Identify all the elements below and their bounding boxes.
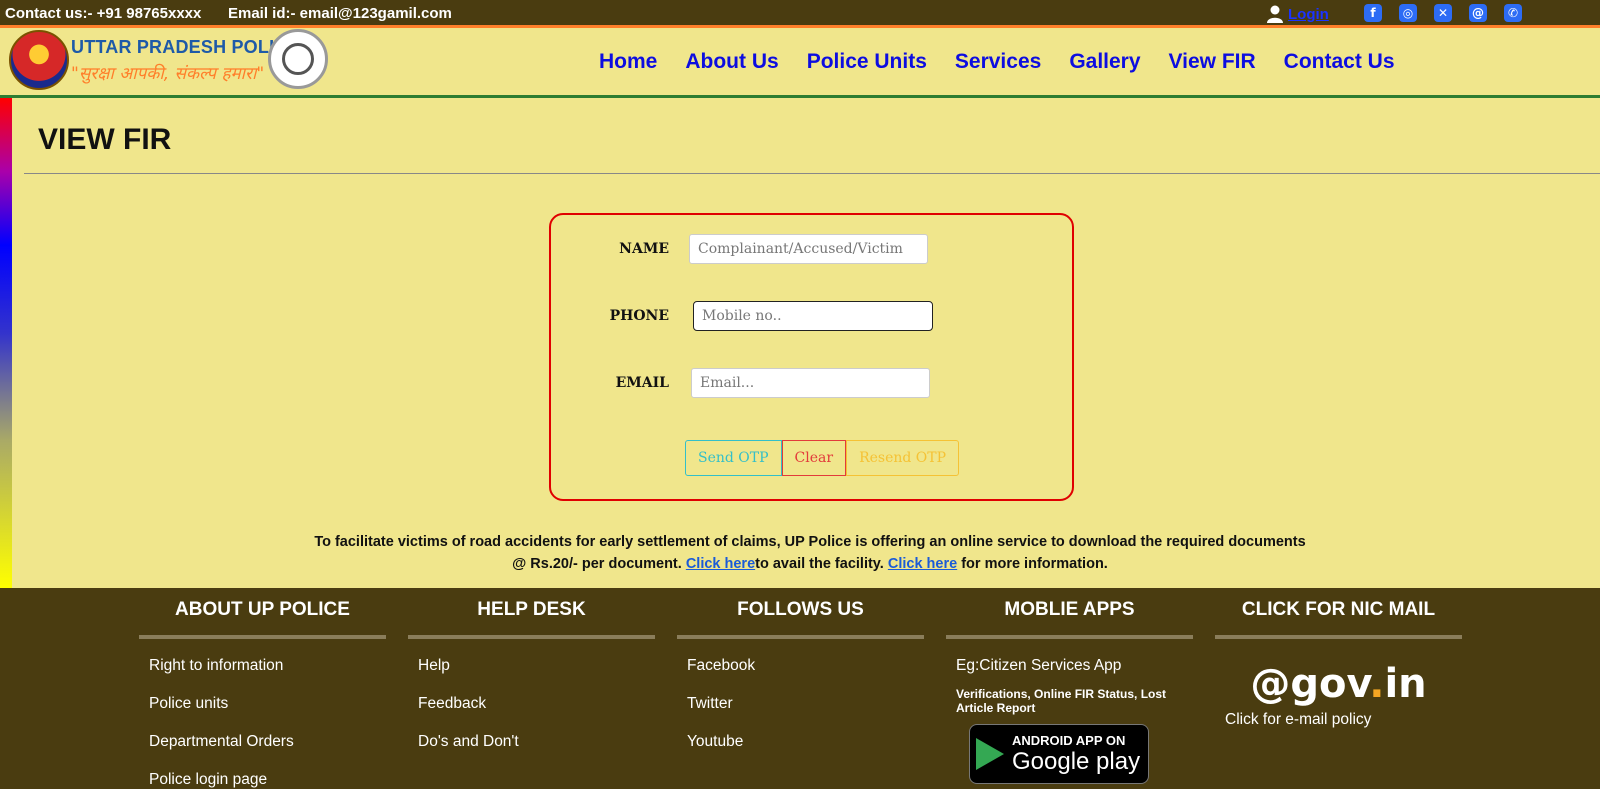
app-description: Verifications, Online FIR Status, Lost A… — [956, 687, 1167, 715]
threads-icon[interactable]: @ — [1469, 4, 1487, 22]
login-label: Login — [1288, 5, 1329, 23]
name-input[interactable] — [689, 234, 928, 264]
site-footer: ABOUT UP POLICE Right to information Pol… — [0, 588, 1600, 789]
footer-about-title: ABOUT UP POLICE — [175, 599, 350, 620]
footer-link[interactable]: Police units — [149, 695, 386, 733]
footer-link[interactable]: Do's and Don't — [418, 733, 655, 771]
name-row: NAME — [593, 234, 928, 264]
footer-nic-title: CLICK FOR NIC MAIL — [1241, 599, 1436, 620]
name-label: NAME — [619, 241, 669, 257]
contact-email: Email id:- email@123gamil.com — [228, 5, 452, 22]
instagram-icon[interactable]: ◎ — [1399, 4, 1417, 22]
email-row: EMAIL — [593, 368, 930, 398]
nav-about-us[interactable]: About Us — [685, 50, 778, 74]
page-title: VIEW FIR — [38, 123, 172, 156]
footer-follow-title: FOLLOWS US — [737, 599, 864, 620]
footer-help: HELP DESK Help Feedback Do's and Don't — [408, 588, 655, 771]
footer-apps-title: MOBLIE APPS — [1004, 599, 1135, 620]
phone-icon[interactable]: ✆ — [1504, 4, 1522, 22]
click-here-link-1[interactable]: Click here — [686, 556, 755, 572]
nav-police-units[interactable]: Police Units — [807, 50, 927, 74]
clear-button[interactable]: Clear — [781, 440, 847, 476]
phone-row: PHONE — [593, 301, 933, 331]
top-bar: Contact us:- +91 98765xxxx Email id:- em… — [0, 0, 1600, 28]
phone-label: PHONE — [609, 308, 669, 324]
nav-contact-us[interactable]: Contact Us — [1284, 50, 1395, 74]
email-label: EMAIL — [615, 375, 669, 391]
footer-link[interactable]: Twitter — [687, 695, 924, 733]
footer-link[interactable]: Youtube — [687, 733, 924, 771]
resend-otp-button[interactable]: Resend OTP — [846, 440, 960, 476]
contact-phone: Contact us:- +91 98765xxxx — [5, 5, 202, 22]
google-play-button[interactable]: ANDROID APP ON Google play — [969, 724, 1149, 784]
footer-help-title: HELP DESK — [477, 599, 586, 620]
login-link[interactable]: Login — [1265, 4, 1329, 24]
play-store-icon — [976, 738, 1004, 770]
send-otp-button[interactable]: Send OTP — [685, 440, 782, 476]
up-govt-seal — [268, 29, 328, 89]
x-icon[interactable]: ✕ — [1434, 4, 1452, 22]
footer-nic: CLICK FOR NIC MAIL @gov.in Click for e-m… — [1215, 588, 1462, 729]
footer-about: ABOUT UP POLICE Right to information Pol… — [139, 588, 386, 789]
nav-home[interactable]: Home — [599, 50, 657, 74]
main-nav: Home About Us Police Units Services Gall… — [599, 50, 1423, 74]
brand-title: UTTAR PRADESH POLICE — [71, 37, 300, 57]
footer-link[interactable]: Feedback — [418, 695, 655, 733]
footer-link[interactable]: Facebook — [687, 657, 924, 695]
footer-apps: MOBLIE APPS Eg:Citizen Services App Veri… — [946, 588, 1193, 784]
brand-tagline: "सुरक्षा आपकी, संकल्प हमारा" — [71, 64, 265, 84]
road-accident-notice: To facilitate victims of road accidents … — [314, 534, 1306, 572]
site-header: UTTAR PRADESH POLICE "सुरक्षा आपकी, संकल… — [0, 28, 1600, 98]
footer-link[interactable]: Help — [418, 657, 655, 695]
click-here-link-2[interactable]: Click here — [888, 556, 957, 572]
email-policy-link[interactable]: Click for e-mail policy — [1215, 711, 1462, 729]
nav-gallery[interactable]: Gallery — [1069, 50, 1140, 74]
facebook-icon[interactable]: f — [1364, 4, 1382, 22]
social-links: f ◎ ✕ @ ✆ — [1364, 4, 1522, 22]
user-icon — [1267, 5, 1283, 23]
footer-link[interactable]: Right to information — [149, 657, 386, 695]
footer-link[interactable]: Departmental Orders — [149, 733, 386, 771]
footer-follow: FOLLOWS US Facebook Twitter Youtube — [677, 588, 924, 771]
email-input[interactable] — [691, 368, 930, 398]
gov-in-logo[interactable]: @gov.in — [1215, 661, 1462, 707]
up-police-emblem[interactable] — [9, 30, 69, 90]
form-buttons: Send OTP Clear Resend OTP — [685, 440, 960, 476]
color-strip — [0, 98, 12, 588]
title-divider — [24, 173, 1600, 174]
phone-input[interactable] — [693, 301, 933, 331]
nav-services[interactable]: Services — [955, 50, 1041, 74]
footer-link[interactable]: Police login page — [149, 771, 386, 789]
nav-view-fir[interactable]: View FIR — [1169, 50, 1256, 74]
